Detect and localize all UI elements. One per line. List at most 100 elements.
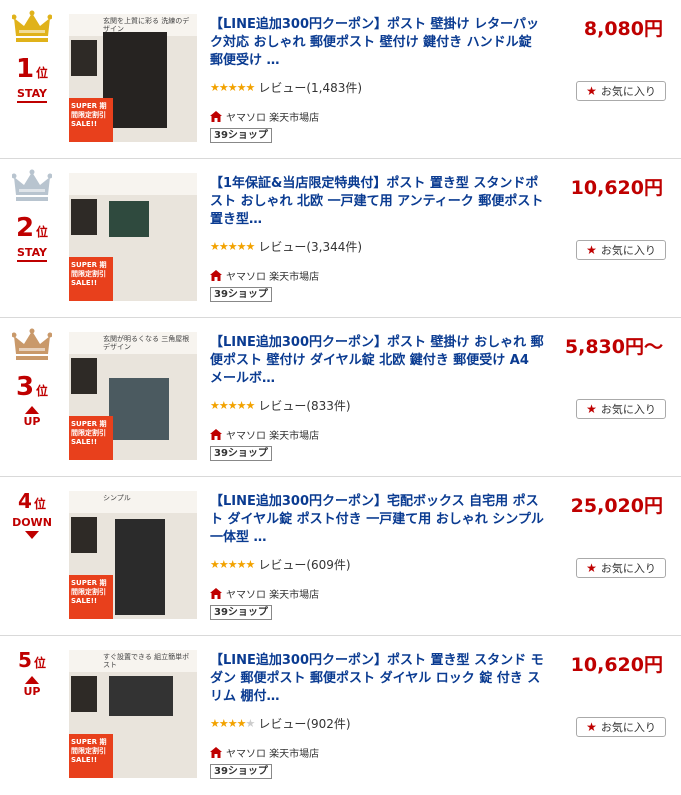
rank-trend: STAY bbox=[6, 87, 58, 103]
star-icon: ★ bbox=[586, 561, 597, 575]
ranking-item: 4位 DOWN シンプル SUPER 期間限定割引 SALE!! 【LINE追加… bbox=[0, 477, 681, 636]
product-title[interactable]: 【LINE追加300円クーポン】宅配ボックス 自宅用 ポスト ダイヤル錠 ポスト… bbox=[210, 493, 546, 547]
house-icon bbox=[210, 747, 222, 758]
brand-badge bbox=[71, 517, 97, 553]
rank-block: 3位 UP bbox=[6, 328, 58, 428]
review-summary[interactable]: ★★★★★ レビュー(3,344件) bbox=[210, 238, 362, 255]
star-icon: ★ bbox=[586, 243, 597, 257]
house-icon bbox=[210, 429, 222, 440]
trend-label: UP bbox=[23, 685, 41, 698]
rank-trend: DOWN bbox=[6, 517, 58, 539]
favorite-button[interactable]: ★ お気に入り bbox=[576, 81, 666, 101]
shipping-badge: 39ショップ bbox=[210, 446, 272, 461]
rank-number: 2位 bbox=[15, 213, 49, 243]
shop-link[interactable]: ヤマソロ 楽天市場店 bbox=[210, 268, 319, 283]
price: 10,620円 bbox=[570, 654, 663, 676]
arrow-down-icon bbox=[25, 531, 39, 539]
house-icon bbox=[210, 270, 222, 281]
review-count: レビュー(833件) bbox=[258, 399, 351, 413]
trend-label: STAY bbox=[17, 246, 47, 262]
rank-block: 1位 STAY bbox=[6, 10, 58, 103]
review-count: レビュー(1,483件) bbox=[258, 81, 363, 95]
star-icon: ★ bbox=[586, 402, 597, 416]
rating-stars: ★★★★★ bbox=[210, 240, 255, 253]
image-caption: 玄関が明るくなる 三角屋根デザイン bbox=[69, 332, 197, 354]
sale-label: SUPER 期間限定割引 SALE!! bbox=[69, 416, 113, 460]
rank-block: 5位 UP bbox=[6, 646, 58, 698]
rating-stars: ★★★★★ bbox=[210, 81, 255, 94]
favorite-label: お気に入り bbox=[600, 85, 656, 98]
shipping-badge: 39ショップ bbox=[210, 287, 272, 302]
ranking-item: 3位 UP 玄関が明るくなる 三角屋根デザイン SUPER 期間限定割引 SAL… bbox=[0, 318, 681, 477]
shop-name: ヤマソロ 楽天市場店 bbox=[226, 113, 320, 124]
brand-badge bbox=[71, 676, 97, 712]
rank-block: 4位 DOWN bbox=[6, 487, 58, 539]
arrow-up-icon bbox=[25, 406, 39, 414]
product-image[interactable]: 玄関を上質に彩る 洗練のデザイン SUPER 期間限定割引 SALE!! bbox=[69, 14, 197, 142]
shop-link[interactable]: ヤマソロ 楽天市場店 bbox=[210, 745, 319, 760]
product-title[interactable]: 【1年保証&当店限定特典付】ポスト 置き型 スタンドポスト おしゃれ 北欧 一戸… bbox=[210, 175, 546, 229]
favorite-label: お気に入り bbox=[600, 562, 656, 575]
rank-trend: STAY bbox=[6, 246, 58, 262]
crown-icon bbox=[12, 328, 52, 360]
product-image[interactable]: SUPER 期間限定割引 SALE!! bbox=[69, 173, 197, 301]
review-summary[interactable]: ★★★★★ レビュー(609件) bbox=[210, 556, 351, 573]
shipping-badge: 39ショップ bbox=[210, 764, 272, 779]
price: 25,020円 bbox=[570, 495, 663, 517]
favorite-button[interactable]: ★ お気に入り bbox=[576, 399, 666, 419]
review-summary[interactable]: ★★★★★ レビュー(833件) bbox=[210, 397, 351, 414]
rating-stars: ★★★★★ bbox=[210, 717, 255, 730]
shipping-badge: 39ショップ bbox=[210, 605, 272, 620]
sale-label: SUPER 期間限定割引 SALE!! bbox=[69, 98, 113, 142]
favorite-button[interactable]: ★ お気に入り bbox=[576, 240, 666, 260]
star-icon: ★ bbox=[586, 84, 597, 98]
product-image[interactable]: すぐ設置できる 組立簡単ポスト SUPER 期間限定割引 SALE!! bbox=[69, 650, 197, 778]
sale-label: SUPER 期間限定割引 SALE!! bbox=[69, 575, 113, 619]
shop-name: ヤマソロ 楽天市場店 bbox=[226, 590, 320, 601]
rank-trend: UP bbox=[6, 676, 58, 698]
product-title[interactable]: 【LINE追加300円クーポン】ポスト 置き型 スタンド モダン 郵便ポスト 郵… bbox=[210, 652, 546, 706]
rating-stars: ★★★★★ bbox=[210, 558, 255, 571]
house-icon bbox=[210, 111, 222, 122]
shop-name: ヤマソロ 楽天市場店 bbox=[226, 272, 320, 283]
product-shape bbox=[109, 201, 149, 237]
sale-label: SUPER 期間限定割引 SALE!! bbox=[69, 257, 113, 301]
arrow-up-icon bbox=[25, 676, 39, 684]
product-shape bbox=[109, 378, 169, 440]
rank-number: 4位 bbox=[18, 489, 46, 513]
shipping-badge: 39ショップ bbox=[210, 128, 272, 143]
rank-number: 5位 bbox=[18, 648, 46, 672]
review-count: レビュー(902件) bbox=[258, 717, 351, 731]
product-shape bbox=[115, 519, 165, 615]
star-icon: ★ bbox=[586, 720, 597, 734]
favorite-button[interactable]: ★ お気に入り bbox=[576, 717, 666, 737]
shop-link[interactable]: ヤマソロ 楽天市場店 bbox=[210, 586, 319, 601]
review-count: レビュー(3,344件) bbox=[258, 240, 363, 254]
ranking-item: 1位 STAY 玄関を上質に彩る 洗練のデザイン SUPER 期間限定割引 SA… bbox=[0, 0, 681, 159]
brand-badge bbox=[71, 358, 97, 394]
brand-badge bbox=[71, 40, 97, 76]
review-count: レビュー(609件) bbox=[258, 558, 351, 572]
product-title[interactable]: 【LINE追加300円クーポン】ポスト 壁掛け おしゃれ 郵便ポスト 壁付け ダ… bbox=[210, 334, 546, 388]
favorite-label: お気に入り bbox=[600, 403, 656, 416]
product-shape bbox=[109, 676, 173, 716]
price: 5,830円〜 bbox=[564, 336, 663, 358]
crown-icon bbox=[12, 10, 52, 42]
favorite-button[interactable]: ★ お気に入り bbox=[576, 558, 666, 578]
favorite-label: お気に入り bbox=[600, 721, 656, 734]
brand-badge bbox=[71, 199, 97, 235]
shop-link[interactable]: ヤマソロ 楽天市場店 bbox=[210, 109, 319, 124]
trend-label: DOWN bbox=[12, 516, 52, 529]
shop-link[interactable]: ヤマソロ 楽天市場店 bbox=[210, 427, 319, 442]
review-summary[interactable]: ★★★★★ レビュー(902件) bbox=[210, 715, 351, 732]
image-caption: すぐ設置できる 組立簡単ポスト bbox=[69, 650, 197, 672]
rank-number: 1位 bbox=[15, 54, 49, 84]
price: 10,620円 bbox=[570, 177, 663, 199]
trend-label: STAY bbox=[17, 87, 47, 103]
rank-number: 3位 bbox=[15, 372, 49, 402]
shop-name: ヤマソロ 楽天市場店 bbox=[226, 431, 320, 442]
review-summary[interactable]: ★★★★★ レビュー(1,483件) bbox=[210, 79, 362, 96]
product-image[interactable]: 玄関が明るくなる 三角屋根デザイン SUPER 期間限定割引 SALE!! bbox=[69, 332, 197, 460]
product-image[interactable]: シンプル SUPER 期間限定割引 SALE!! bbox=[69, 491, 197, 619]
product-title[interactable]: 【LINE追加300円クーポン】ポスト 壁掛け レターパック対応 おしゃれ 郵便… bbox=[210, 16, 546, 70]
